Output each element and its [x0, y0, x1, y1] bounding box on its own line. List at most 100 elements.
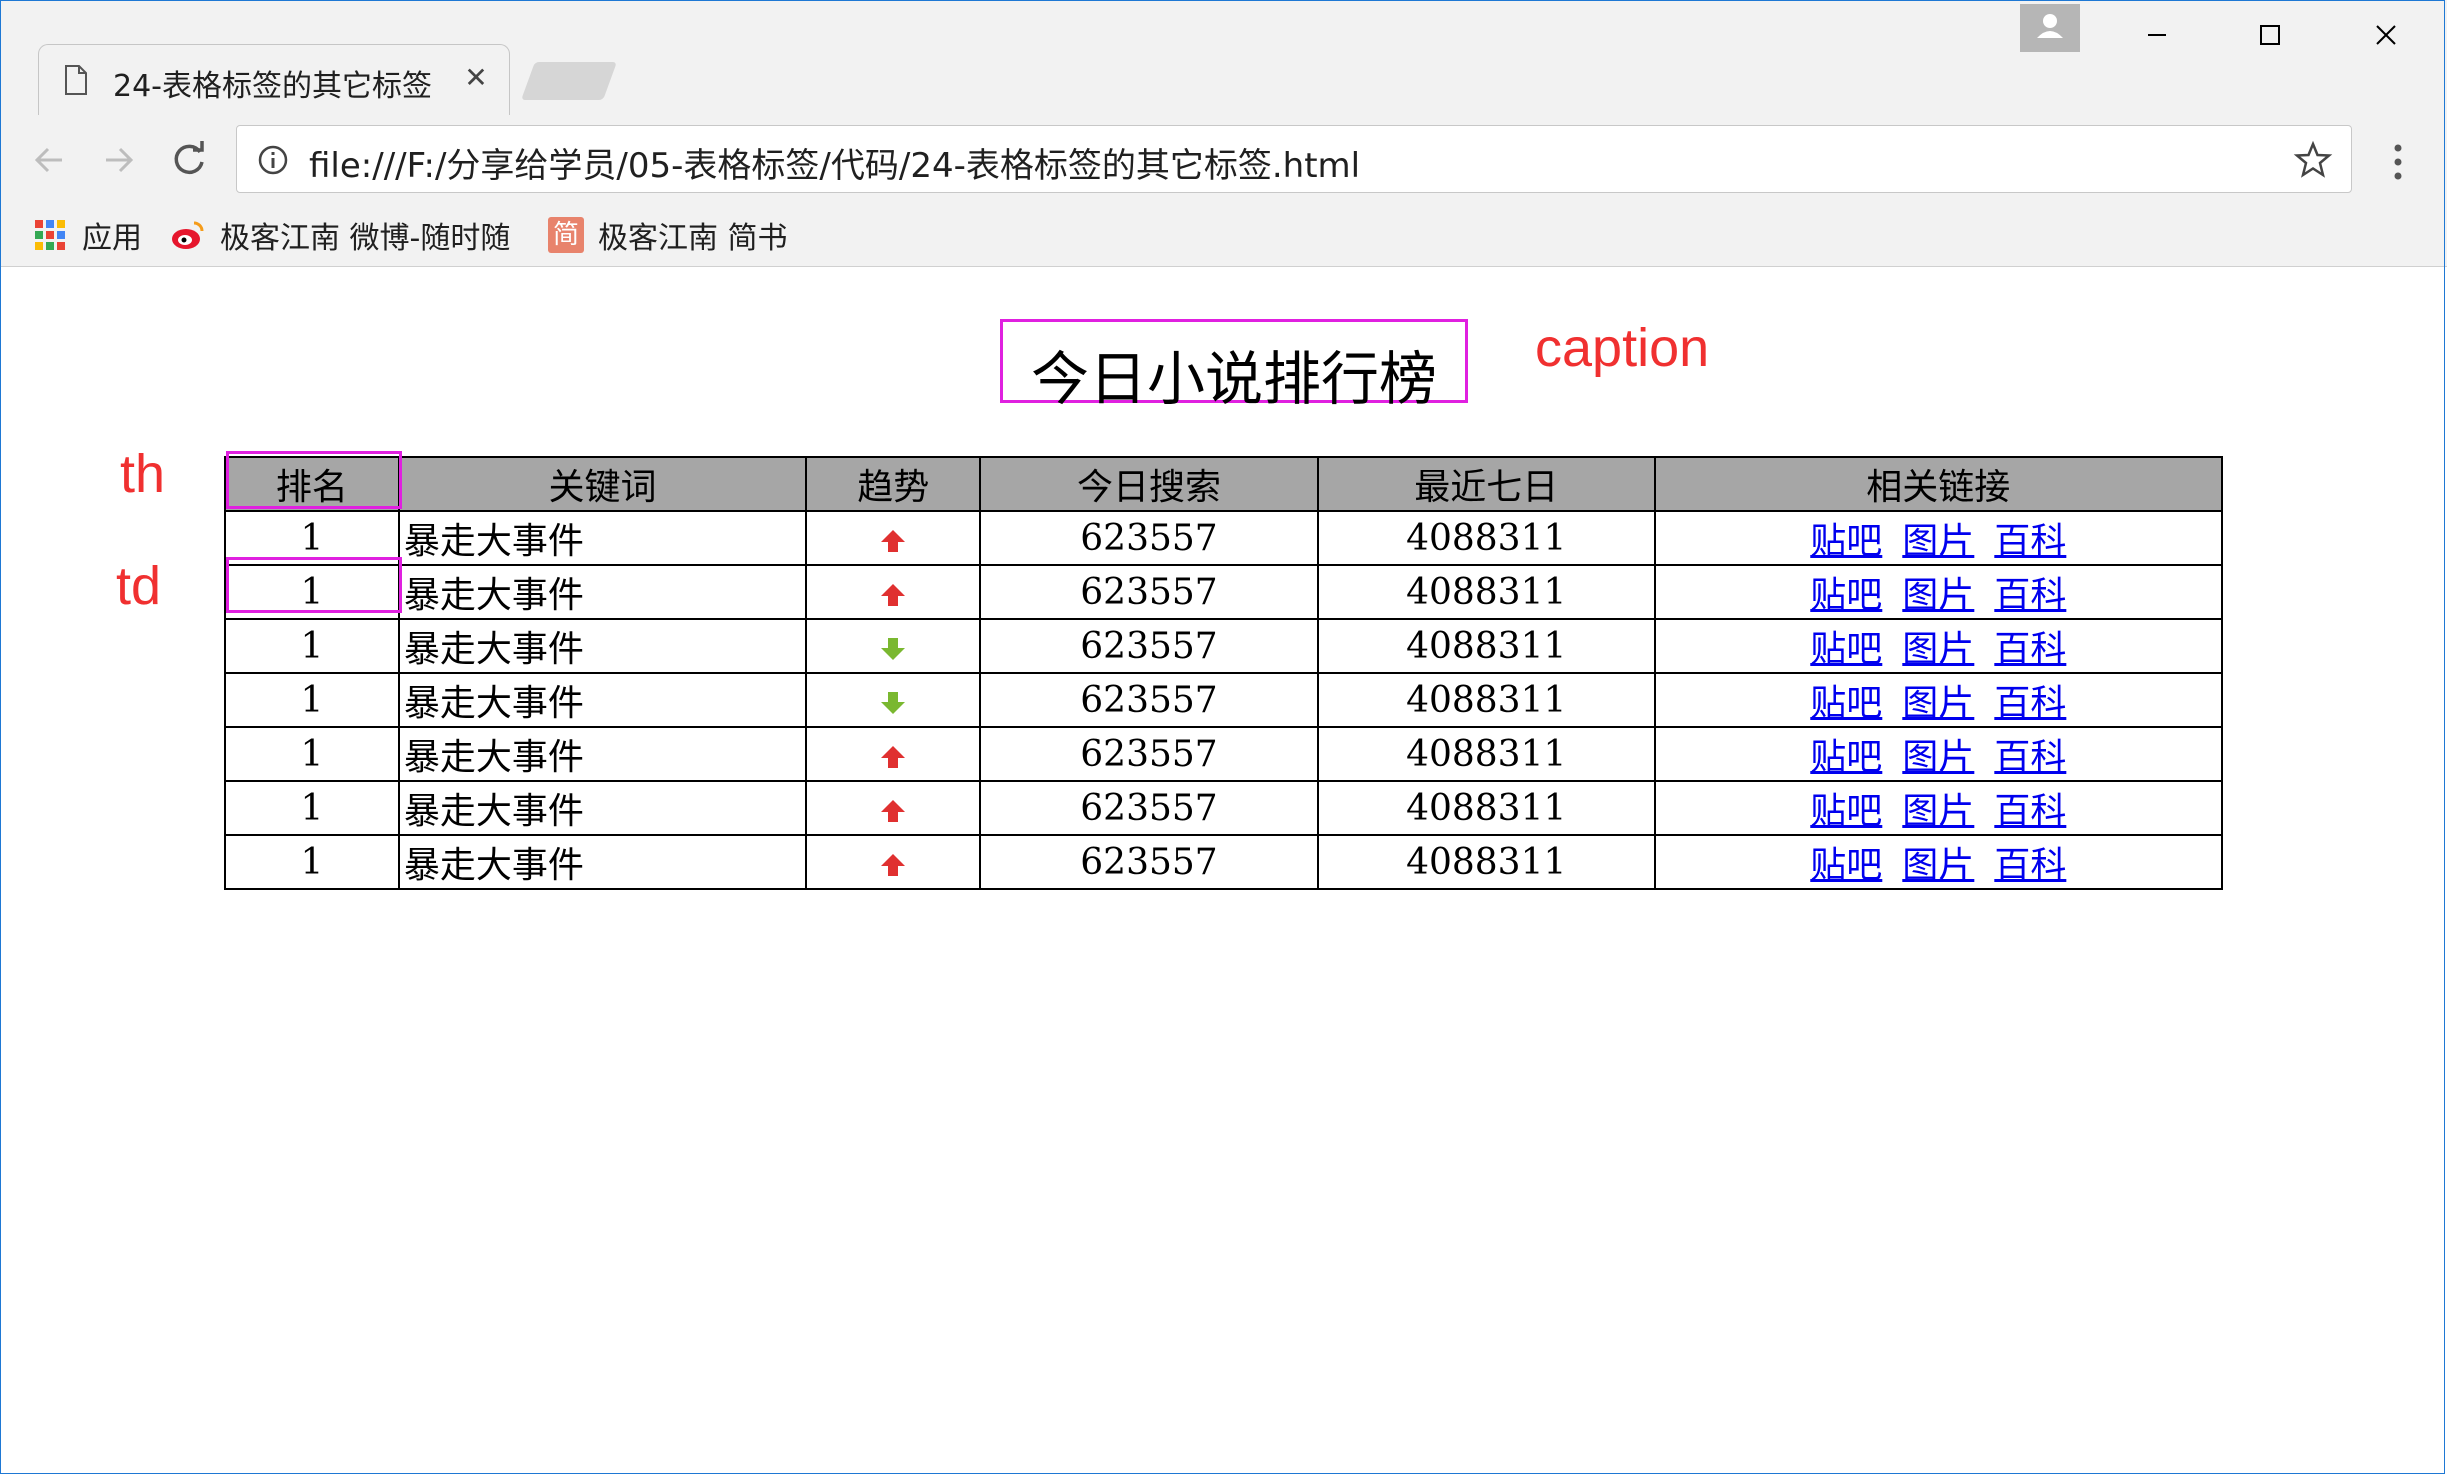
annotation-td: td: [116, 556, 162, 616]
minimize-icon[interactable]: [2124, 12, 2188, 58]
info-icon[interactable]: [257, 144, 289, 176]
week-search-cell: 4088311: [1316, 564, 1656, 620]
today-search-cell: 623557: [979, 618, 1319, 674]
rank-cell: 1: [224, 834, 400, 890]
back-arrow-icon[interactable]: [26, 137, 72, 183]
rank-cell: 1: [224, 726, 400, 782]
keyword-cell: 暴走大事件: [397, 564, 808, 620]
link-tieba[interactable]: 贴吧: [1810, 791, 1882, 832]
trend-up-arrow-icon: [881, 853, 906, 876]
keyword-cell: 暴走大事件: [397, 780, 808, 836]
column-header: 关键词: [397, 456, 808, 512]
bookmark-weibo[interactable]: 极客江南 微博-随时随: [170, 213, 566, 257]
link-baike[interactable]: 百科: [1994, 791, 2066, 832]
link-tieba[interactable]: 贴吧: [1810, 575, 1882, 616]
rank-cell: 1: [224, 510, 400, 566]
link-baike[interactable]: 百科: [1994, 845, 2066, 886]
annotation-th: th: [120, 444, 166, 504]
forward-arrow-icon[interactable]: [96, 137, 142, 183]
link-baike[interactable]: 百科: [1994, 683, 2066, 724]
jianshu-icon: 简: [548, 217, 584, 253]
window-close-icon[interactable]: [2354, 12, 2418, 58]
maximize-icon[interactable]: [2238, 12, 2302, 58]
link-tieba[interactable]: 贴吧: [1810, 737, 1882, 778]
bookmarks-bar: 应用 极客江南 微博-随时随 简 极客江南 简书: [0, 205, 2447, 267]
keyword-cell: 暴走大事件: [397, 672, 808, 728]
caption-highlight: 今日小说排行榜: [1000, 319, 1468, 413]
bookmark-label: 应用: [82, 221, 142, 256]
close-tab-icon[interactable]: ✕: [459, 61, 493, 95]
link-baike[interactable]: 百科: [1994, 575, 2066, 616]
links-cell: 贴吧 图片 百科: [1653, 726, 2224, 782]
trend-down-arrow-icon: [881, 691, 906, 714]
week-search-cell: 4088311: [1316, 834, 1656, 890]
column-header: 排名: [224, 456, 400, 512]
link-images[interactable]: 图片: [1902, 737, 1974, 778]
table-caption: 今日小说排行榜: [1030, 345, 1437, 413]
bookmark-star-icon[interactable]: [2293, 140, 2333, 180]
table-row: 1 暴走大事件 623557 4088311 贴吧 图片 百科: [224, 672, 2224, 728]
menu-dots-icon[interactable]: [2380, 139, 2416, 185]
link-baike[interactable]: 百科: [1994, 521, 2066, 562]
today-search-cell: 623557: [979, 834, 1319, 890]
bookmark-label: 极客江南 简书: [598, 221, 788, 256]
week-search-cell: 4088311: [1316, 726, 1656, 782]
keyword-cell: 暴走大事件: [397, 510, 808, 566]
table-row: 1 暴走大事件 623557 4088311 贴吧 图片 百科: [224, 618, 2224, 674]
keyword-cell: 暴走大事件: [397, 726, 808, 782]
new-tab-button[interactable]: [521, 62, 617, 100]
address-bar[interactable]: file:///F:/分享给学员/05-表格标签/代码/24-表格标签的其它标签…: [236, 125, 2352, 193]
links-cell: 贴吧 图片 百科: [1653, 510, 2224, 566]
rank-cell: 1: [224, 780, 400, 836]
link-images[interactable]: 图片: [1902, 521, 1974, 562]
profile-button[interactable]: [2020, 4, 2080, 52]
link-baike[interactable]: 百科: [1994, 737, 2066, 778]
trend-cell: [805, 510, 982, 566]
bookmark-label: 极客江南 微博-随时随: [220, 221, 511, 256]
link-baike[interactable]: 百科: [1994, 629, 2066, 670]
week-search-cell: 4088311: [1316, 618, 1656, 674]
apps-grid-icon: [35, 220, 65, 250]
reload-icon[interactable]: [166, 137, 212, 183]
week-search-cell: 4088311: [1316, 510, 1656, 566]
browser-toolbar: file:///F:/分享给学员/05-表格标签/代码/24-表格标签的其它标签…: [0, 115, 2447, 205]
weibo-icon: [172, 221, 204, 249]
link-tieba[interactable]: 贴吧: [1810, 521, 1882, 562]
links-cell: 贴吧 图片 百科: [1653, 564, 2224, 620]
link-images[interactable]: 图片: [1902, 575, 1974, 616]
link-images[interactable]: 图片: [1902, 683, 1974, 724]
today-search-cell: 623557: [979, 726, 1319, 782]
user-icon: [2037, 14, 2063, 38]
week-search-cell: 4088311: [1316, 672, 1656, 728]
link-tieba[interactable]: 贴吧: [1810, 683, 1882, 724]
link-tieba[interactable]: 贴吧: [1810, 845, 1882, 886]
bookmark-jianshu[interactable]: 简 极客江南 简书: [548, 213, 788, 257]
bookmark-apps[interactable]: 应用: [32, 213, 142, 257]
column-header: 趋势: [805, 456, 982, 512]
link-tieba[interactable]: 贴吧: [1810, 629, 1882, 670]
trend-cell: [805, 618, 982, 674]
trend-up-arrow-icon: [881, 799, 906, 822]
keyword-cell: 暴走大事件: [397, 618, 808, 674]
link-images[interactable]: 图片: [1902, 845, 1974, 886]
today-search-cell: 623557: [979, 564, 1319, 620]
trend-cell: [805, 726, 982, 782]
column-header: 今日搜索: [979, 456, 1319, 512]
ranking-table: 排名 关键词 趋势 今日搜索 最近七日 相关链接 1 暴走大事件 623557 4088311 贴…: [224, 456, 2224, 890]
link-images[interactable]: 图片: [1902, 791, 1974, 832]
page-icon: [65, 65, 87, 95]
links-cell: 贴吧 图片 百科: [1653, 618, 2224, 674]
column-header: 最近七日: [1316, 456, 1656, 512]
links-cell: 贴吧 图片 百科: [1653, 834, 2224, 890]
title-bar: 24-表格标签的其它标签 ✕: [0, 0, 2447, 116]
annotation-caption: caption: [1535, 318, 1710, 378]
rank-cell: 1: [224, 618, 400, 674]
column-header: 相关链接: [1653, 456, 2224, 512]
table-row: 1 暴走大事件 623557 4088311 贴吧 图片 百科: [224, 780, 2224, 836]
table-row: 1 暴走大事件 623557 4088311 贴吧 图片 百科: [224, 834, 2224, 890]
browser-tab[interactable]: 24-表格标签的其它标签 ✕: [38, 44, 510, 116]
today-search-cell: 623557: [979, 510, 1319, 566]
page-content: 今日小说排行榜 caption th td 排名 关键词 趋势 今日搜索 最近七日 相关链…: [0, 267, 2447, 1474]
link-images[interactable]: 图片: [1902, 629, 1974, 670]
today-search-cell: 623557: [979, 780, 1319, 836]
